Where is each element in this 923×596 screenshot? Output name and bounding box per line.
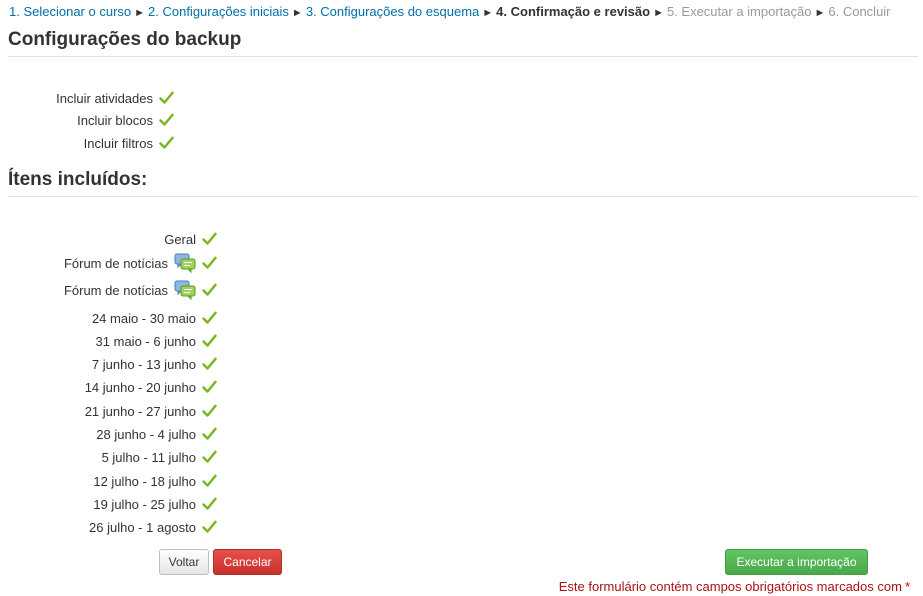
setting-row: Incluir blocos <box>77 110 174 130</box>
section-divider <box>8 196 918 197</box>
check-icon <box>202 497 217 511</box>
backup-settings-heading: Configurações do backup <box>8 29 242 50</box>
check-icon <box>202 520 217 534</box>
setting-row: 7 junho - 13 junho <box>92 354 217 374</box>
cancel-button[interactable]: Cancelar <box>213 549 282 575</box>
setting-label: 19 julho - 25 julho <box>93 496 196 512</box>
check-icon <box>202 380 217 394</box>
setting-label: 5 julho - 11 julho <box>101 449 196 465</box>
setting-label: Fórum de notícias <box>63 255 168 271</box>
check-icon <box>202 450 217 464</box>
setting-label: 7 junho - 13 junho <box>91 356 196 372</box>
setting-row: 5 julho - 11 julho <box>102 447 217 467</box>
breadcrumb: 1. Selecionar o curso ► 2. Configurações i… <box>9 4 891 21</box>
required-fields-note: Este formulário contém campos obrigatóri… <box>559 579 910 594</box>
setting-row: 12 julho - 18 julho <box>93 471 217 491</box>
setting-row: 21 junho - 27 junho <box>85 401 217 421</box>
setting-label: Incluir atividades <box>56 90 153 106</box>
breadcrumb-separator: ► <box>814 7 826 19</box>
setting-label: 12 julho - 18 julho <box>93 473 196 489</box>
setting-row: Fórum de notícias <box>63 253 217 274</box>
check-icon <box>202 427 217 441</box>
breadcrumb-separator: ► <box>482 7 494 19</box>
breadcrumb-step-complete: 6. Concluir <box>828 4 891 19</box>
breadcrumb-step-execute: 5. Executar a importação <box>666 4 812 19</box>
check-icon <box>202 474 217 488</box>
setting-label: 24 maio - 30 maio <box>91 310 196 326</box>
setting-row: Incluir atividades <box>56 88 174 108</box>
included-items-heading: Ítens incluídos: <box>8 169 148 190</box>
breadcrumb-separator: ► <box>134 7 146 19</box>
setting-row: 31 maio - 6 junho <box>96 331 217 351</box>
setting-row: Fórum de notícias <box>63 280 217 301</box>
breadcrumb-step-select-course[interactable]: 1. Selecionar o curso <box>9 4 131 19</box>
setting-row: 26 julho - 1 agosto <box>89 517 217 537</box>
setting-row: Geral <box>164 229 217 249</box>
check-icon <box>202 404 217 418</box>
check-icon <box>202 232 217 246</box>
required-fields-text: Este formulário contém campos obrigatóri… <box>558 579 902 594</box>
setting-label: Incluir filtros <box>83 135 153 151</box>
breadcrumb-step-schema-settings[interactable]: 3. Configurações do esquema <box>306 4 479 19</box>
check-icon <box>202 256 217 270</box>
setting-row: Incluir filtros <box>84 133 174 153</box>
setting-label: Fórum de notícias <box>63 282 168 298</box>
setting-label: 26 julho - 1 agosto <box>89 519 196 535</box>
setting-label: 21 junho - 27 junho <box>84 403 196 419</box>
setting-label: 14 junho - 20 junho <box>84 379 196 395</box>
check-icon <box>202 311 217 325</box>
check-icon <box>202 283 217 297</box>
setting-row: 28 junho - 4 julho <box>96 424 217 444</box>
setting-label: 31 maio - 6 junho <box>95 333 196 349</box>
required-star: * <box>904 579 910 594</box>
setting-row: 14 junho - 20 junho <box>85 377 217 397</box>
breadcrumb-step-confirmation: 4. Confirmação e revisão <box>496 4 651 19</box>
breadcrumb-separator: ► <box>653 7 664 19</box>
setting-row: 24 maio - 30 maio <box>92 308 217 328</box>
check-icon <box>159 136 174 150</box>
setting-label: 28 junho - 4 julho <box>96 426 196 442</box>
check-icon <box>159 91 174 105</box>
setting-label: Geral <box>164 231 196 247</box>
breadcrumb-separator: ► <box>291 7 303 19</box>
section-divider <box>8 56 918 57</box>
setting-label: Incluir blocos <box>77 112 153 128</box>
check-icon <box>202 334 217 348</box>
back-button[interactable]: Voltar <box>159 549 209 575</box>
check-icon <box>159 113 174 127</box>
forum-icon <box>174 280 196 301</box>
breadcrumb-step-initial-settings[interactable]: 2. Configurações iniciais <box>148 4 289 19</box>
forum-icon <box>174 253 196 274</box>
check-icon <box>202 357 217 371</box>
execute-import-button[interactable]: Executar a importação <box>725 549 868 575</box>
setting-row: 19 julho - 25 julho <box>93 494 217 514</box>
